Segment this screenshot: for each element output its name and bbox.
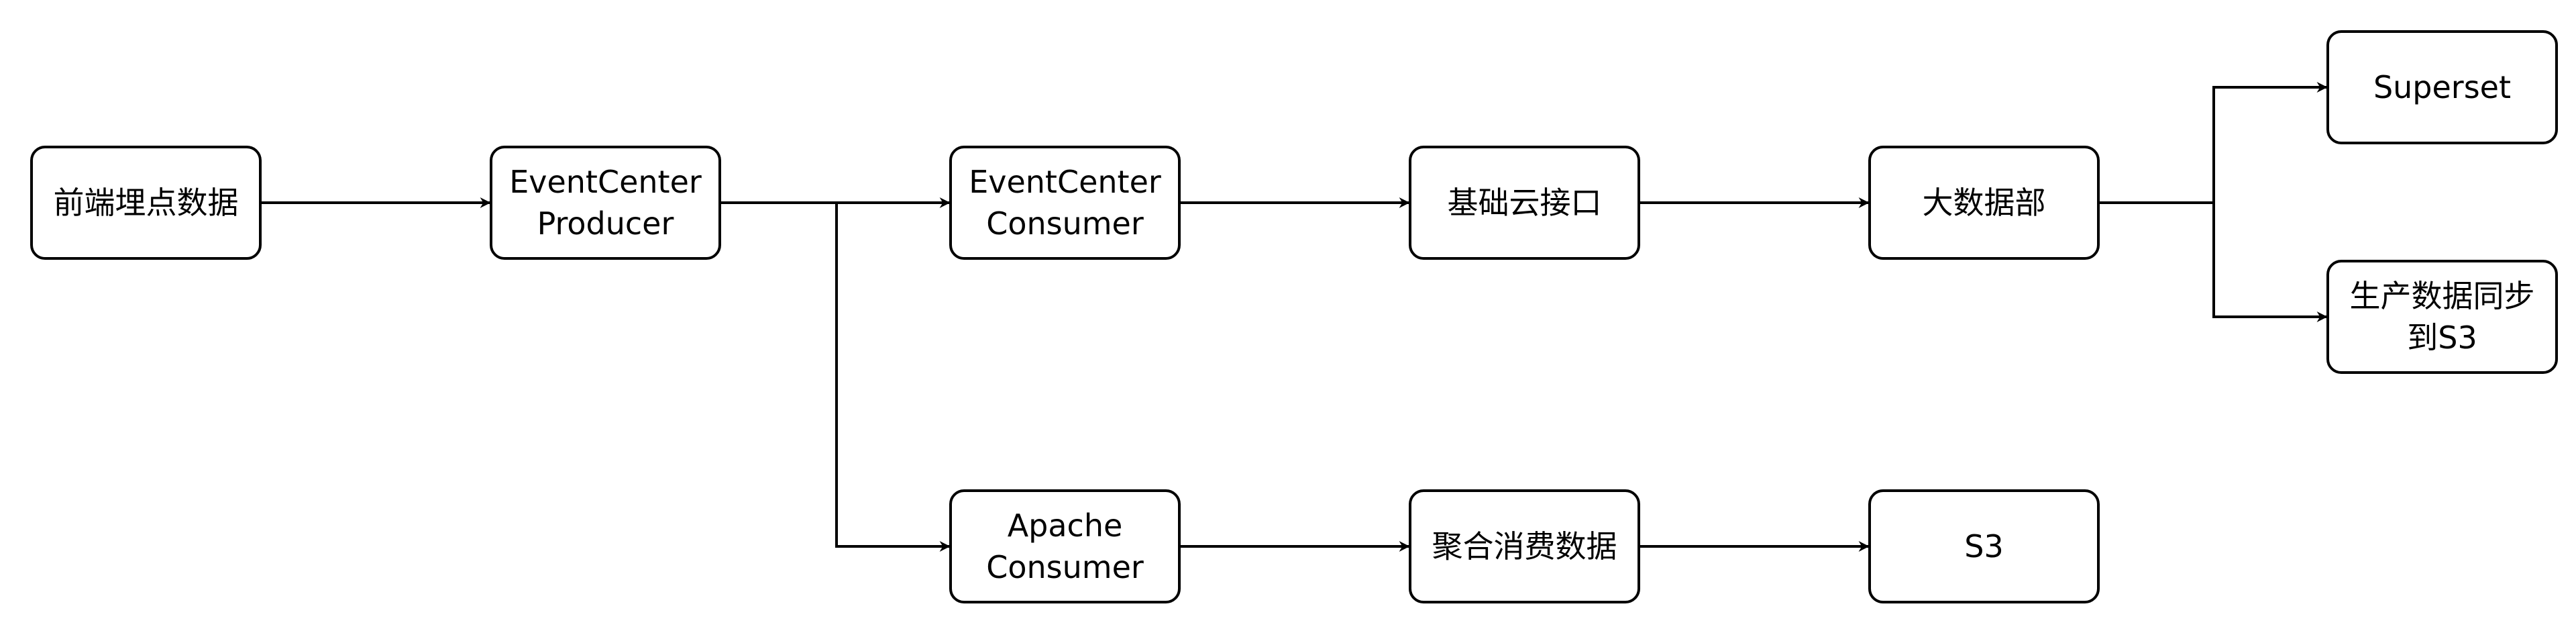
node-label: Superset	[2373, 69, 2512, 105]
node-superset[interactable]: Superset	[2326, 30, 2558, 144]
edges-layer	[262, 82, 2328, 552]
edge-producer-to-apache_consumer	[721, 201, 951, 552]
node-sync-to-s3[interactable]: 生产数据同步 到S3	[2326, 260, 2558, 374]
node-label: 大数据部	[1922, 185, 2046, 221]
node-label: 前端埋点数据	[53, 185, 239, 221]
node-aggregate-consumption-data[interactable]: 聚合消费数据	[1409, 489, 1640, 603]
node-label: 生产数据同步 到S3	[2349, 278, 2535, 356]
node-label: 基础云接口	[1447, 185, 1602, 221]
node-s3[interactable]: S3	[1868, 489, 2100, 603]
node-label: 聚合消费数据	[1432, 528, 1617, 565]
edge-bigdata-to-superset	[2100, 82, 2328, 204]
node-frontend-tracking-data[interactable]: 前端埋点数据	[30, 146, 262, 260]
node-eventcenter-producer[interactable]: EventCenter Producer	[490, 146, 721, 260]
node-label: Apache Consumer	[986, 507, 1144, 585]
node-cloud-api[interactable]: 基础云接口	[1409, 146, 1640, 260]
edge-bigdata-to-sync_s3	[2100, 201, 2328, 322]
node-label: S3	[1964, 528, 2004, 565]
node-label: EventCenter Consumer	[969, 164, 1161, 242]
node-eventcenter-consumer[interactable]: EventCenter Consumer	[949, 146, 1181, 260]
node-apache-consumer[interactable]: Apache Consumer	[949, 489, 1181, 603]
flow-diagram: 前端埋点数据 EventCenter Producer EventCenter …	[0, 0, 2576, 635]
node-label: EventCenter Producer	[509, 164, 702, 242]
node-bigdata-dept[interactable]: 大数据部	[1868, 146, 2100, 260]
